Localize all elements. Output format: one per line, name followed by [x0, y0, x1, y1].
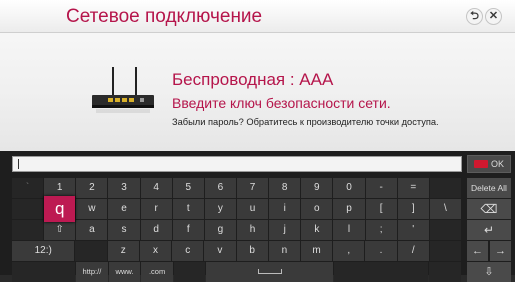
key[interactable]: '	[397, 220, 429, 240]
key[interactable]: /	[397, 241, 429, 261]
keyboard-row-3: ⇧ a s d f g h j k l ; '	[12, 220, 462, 240]
key[interactable]	[75, 241, 107, 261]
key[interactable]: t	[172, 199, 204, 219]
key[interactable]: w	[76, 199, 108, 219]
key[interactable]: b	[236, 241, 268, 261]
hint-text: Забыли пароль? Обратитесь к производител…	[172, 117, 439, 127]
close-icon[interactable]: ✕	[485, 8, 502, 25]
key[interactable]: l	[333, 220, 365, 240]
key[interactable]: ,	[333, 241, 365, 261]
virtual-keyboard: OK ` 1 2 3 4 5 6 7 8 9 0 - = q w e r t y…	[0, 151, 515, 282]
key[interactable]: h	[236, 220, 269, 240]
key[interactable]: m	[300, 241, 333, 261]
ok-button[interactable]: OK	[467, 155, 511, 173]
key[interactable]: .	[365, 241, 397, 261]
title-bar: Сетевое подключение ⮌ ✕	[0, 0, 515, 33]
instruction-text: Введите ключ безопасности сети.	[172, 95, 391, 111]
key[interactable]: v	[204, 241, 236, 261]
key[interactable]	[429, 241, 462, 261]
key[interactable]: x	[139, 241, 172, 261]
key[interactable]: [	[365, 199, 397, 219]
key[interactable]: r	[140, 199, 172, 219]
key[interactable]: a	[76, 220, 108, 240]
back-arrow-icon[interactable]: ⮌	[466, 8, 483, 25]
keyboard-row-1: ` 1 2 3 4 5 6 7 8 9 0 - =	[12, 178, 462, 198]
key-highlighted[interactable]: q	[44, 196, 76, 222]
delete-all-button[interactable]: Delete All	[467, 178, 511, 198]
key[interactable]	[12, 262, 76, 282]
network-dialog: Сетевое подключение ⮌ ✕ Беспроводная : A…	[0, 0, 515, 151]
key[interactable]	[173, 262, 206, 282]
key[interactable]: f	[172, 220, 204, 240]
key[interactable]: 2	[76, 178, 108, 198]
router-icon	[92, 67, 154, 113]
key[interactable]: 3	[108, 178, 140, 198]
key[interactable]: z	[107, 241, 139, 261]
key[interactable]: 1	[44, 178, 76, 198]
network-name: Беспроводная : AAA	[172, 70, 334, 89]
com-key[interactable]: .com	[141, 262, 173, 282]
key[interactable]: p	[333, 199, 365, 219]
key[interactable]: s	[108, 220, 140, 240]
space-key[interactable]	[206, 262, 333, 282]
key[interactable]: i	[269, 199, 301, 219]
key[interactable]	[429, 220, 461, 240]
key[interactable]: \	[429, 199, 461, 219]
red-button-icon	[474, 160, 488, 168]
key[interactable]: 5	[172, 178, 204, 198]
space-bar-icon	[257, 268, 282, 274]
key[interactable]: -	[365, 178, 397, 198]
key[interactable]: j	[269, 220, 301, 240]
key[interactable]: ;	[365, 220, 397, 240]
language-key[interactable]	[12, 199, 44, 219]
key[interactable]: 6	[204, 178, 236, 198]
keyboard-row-4: 12:) z x c v b n m , . /	[12, 241, 462, 261]
key[interactable]: u	[236, 199, 269, 219]
key[interactable]: ]	[397, 199, 429, 219]
right-arrow-icon[interactable]: →	[490, 241, 511, 261]
backspace-icon[interactable]: ⌫	[467, 199, 511, 219]
key[interactable]	[12, 220, 44, 240]
www-key[interactable]: www.	[108, 262, 141, 282]
shift-key[interactable]: ⇧	[44, 220, 76, 240]
http-key[interactable]: http://	[76, 262, 108, 282]
hide-keyboard-icon[interactable]: ⇩	[467, 262, 511, 282]
dialog-title: Сетевое подключение	[66, 6, 263, 27]
enter-icon[interactable]: ↵	[467, 220, 511, 240]
key[interactable]: o	[301, 199, 333, 219]
key[interactable]: =	[397, 178, 429, 198]
key[interactable]: 9	[301, 178, 333, 198]
key[interactable]	[333, 262, 429, 282]
ok-button-label: OK	[490, 159, 504, 169]
key[interactable]: c	[172, 241, 204, 261]
key[interactable]: g	[204, 220, 236, 240]
key[interactable]: `	[12, 178, 44, 198]
key[interactable]: d	[140, 220, 172, 240]
key[interactable]: 7	[236, 178, 269, 198]
key[interactable]: y	[204, 199, 236, 219]
key[interactable]: k	[301, 220, 333, 240]
key[interactable]	[429, 178, 461, 198]
keyboard-row-2: q w e r t y u i o p [ ] \	[12, 196, 462, 222]
keyboard-row-5: http:// www. .com	[12, 262, 462, 282]
key[interactable]	[429, 262, 462, 282]
key[interactable]: e	[108, 199, 140, 219]
password-input[interactable]	[12, 156, 462, 172]
key[interactable]: 8	[269, 178, 301, 198]
key[interactable]: 0	[333, 178, 365, 198]
key[interactable]: 4	[140, 178, 172, 198]
text-caret	[18, 159, 19, 169]
key[interactable]: n	[268, 241, 300, 261]
arrow-keys: ← →	[467, 241, 511, 261]
left-arrow-icon[interactable]: ←	[467, 241, 488, 261]
symbols-key[interactable]: 12:)	[12, 241, 75, 261]
